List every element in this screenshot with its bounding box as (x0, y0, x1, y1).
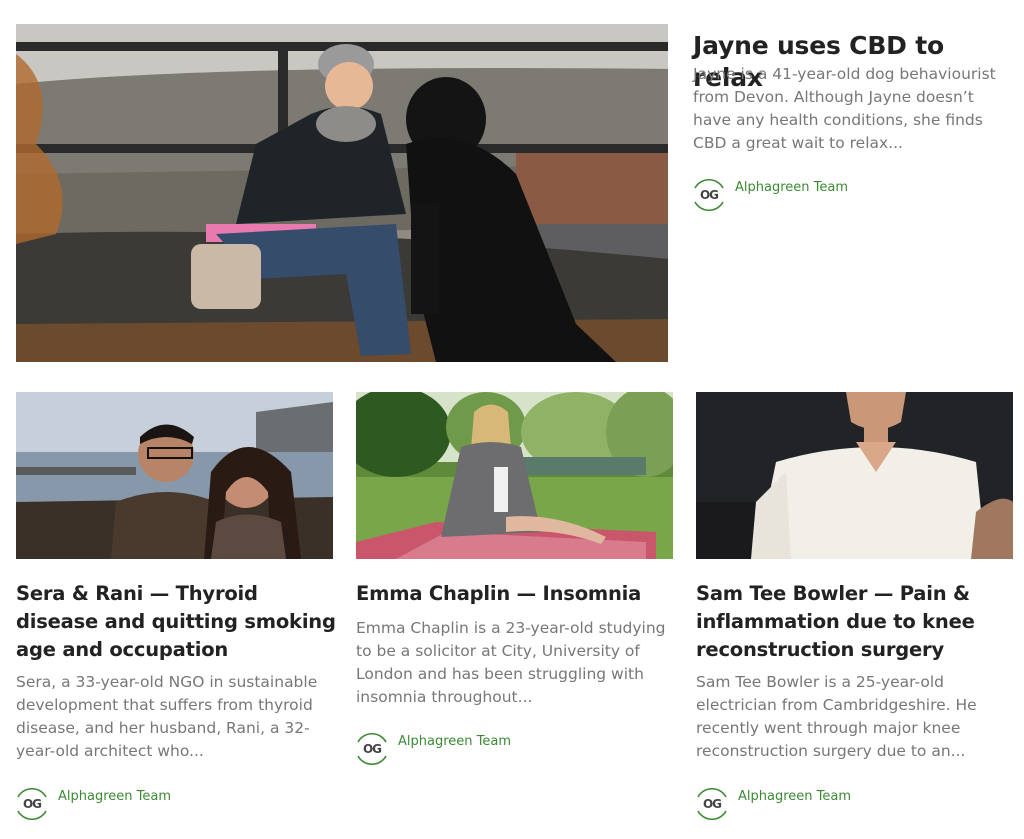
alphagreen-logo-icon: OG (690, 176, 728, 214)
featured-photo-image (16, 24, 668, 362)
author-name: Alphagreen Team (738, 788, 852, 804)
card-photo-sera-rani-image (16, 392, 333, 559)
card-author-sam-tee-bowler[interactable]: OG Alphagreen Team (693, 785, 851, 823)
featured-article-excerpt: Jayne is a 41-year-old dog behaviourist … (693, 65, 996, 152)
author-name: Alphagreen Team (735, 179, 849, 195)
card-title-sera-rani[interactable]: Sera & Rani — Thyroid disease and quitti… (16, 580, 336, 664)
card-author-emma-chaplin[interactable]: OG Alphagreen Team (353, 730, 511, 768)
card-excerpt-emma-chaplin: Emma Chaplin is a 23-year-old studying t… (356, 619, 666, 706)
alphagreen-logo-icon: OG (13, 785, 51, 823)
card-photo-emma-chaplin-image (356, 392, 673, 559)
alphagreen-logo-icon: OG (353, 730, 391, 768)
card-photo-sam-tee-bowler[interactable] (696, 392, 1013, 559)
featured-photo[interactable] (16, 24, 668, 362)
card-photo-sam-tee-bowler-image (696, 392, 1013, 559)
card-excerpt-sera-rani: Sera, a 33-year-old NGO in sustainable d… (16, 673, 318, 760)
author-name: Alphagreen Team (398, 733, 512, 749)
author-name: Alphagreen Team (58, 788, 172, 804)
featured-author-link[interactable]: OG Alphagreen Team (690, 176, 848, 214)
alphagreen-logo-icon: OG (693, 785, 731, 823)
card-photo-emma-chaplin[interactable] (356, 392, 673, 559)
card-photo-sera-rani[interactable] (16, 392, 333, 559)
card-excerpt-sam-tee-bowler: Sam Tee Bowler is a 25-year-old electric… (696, 673, 977, 760)
card-author-sera-rani[interactable]: OG Alphagreen Team (13, 785, 171, 823)
card-title-sam-tee-bowler[interactable]: Sam Tee Bowler — Pain & inflammation due… (696, 580, 1016, 664)
card-title-emma-chaplin[interactable]: Emma Chaplin — Insomnia (356, 580, 676, 608)
